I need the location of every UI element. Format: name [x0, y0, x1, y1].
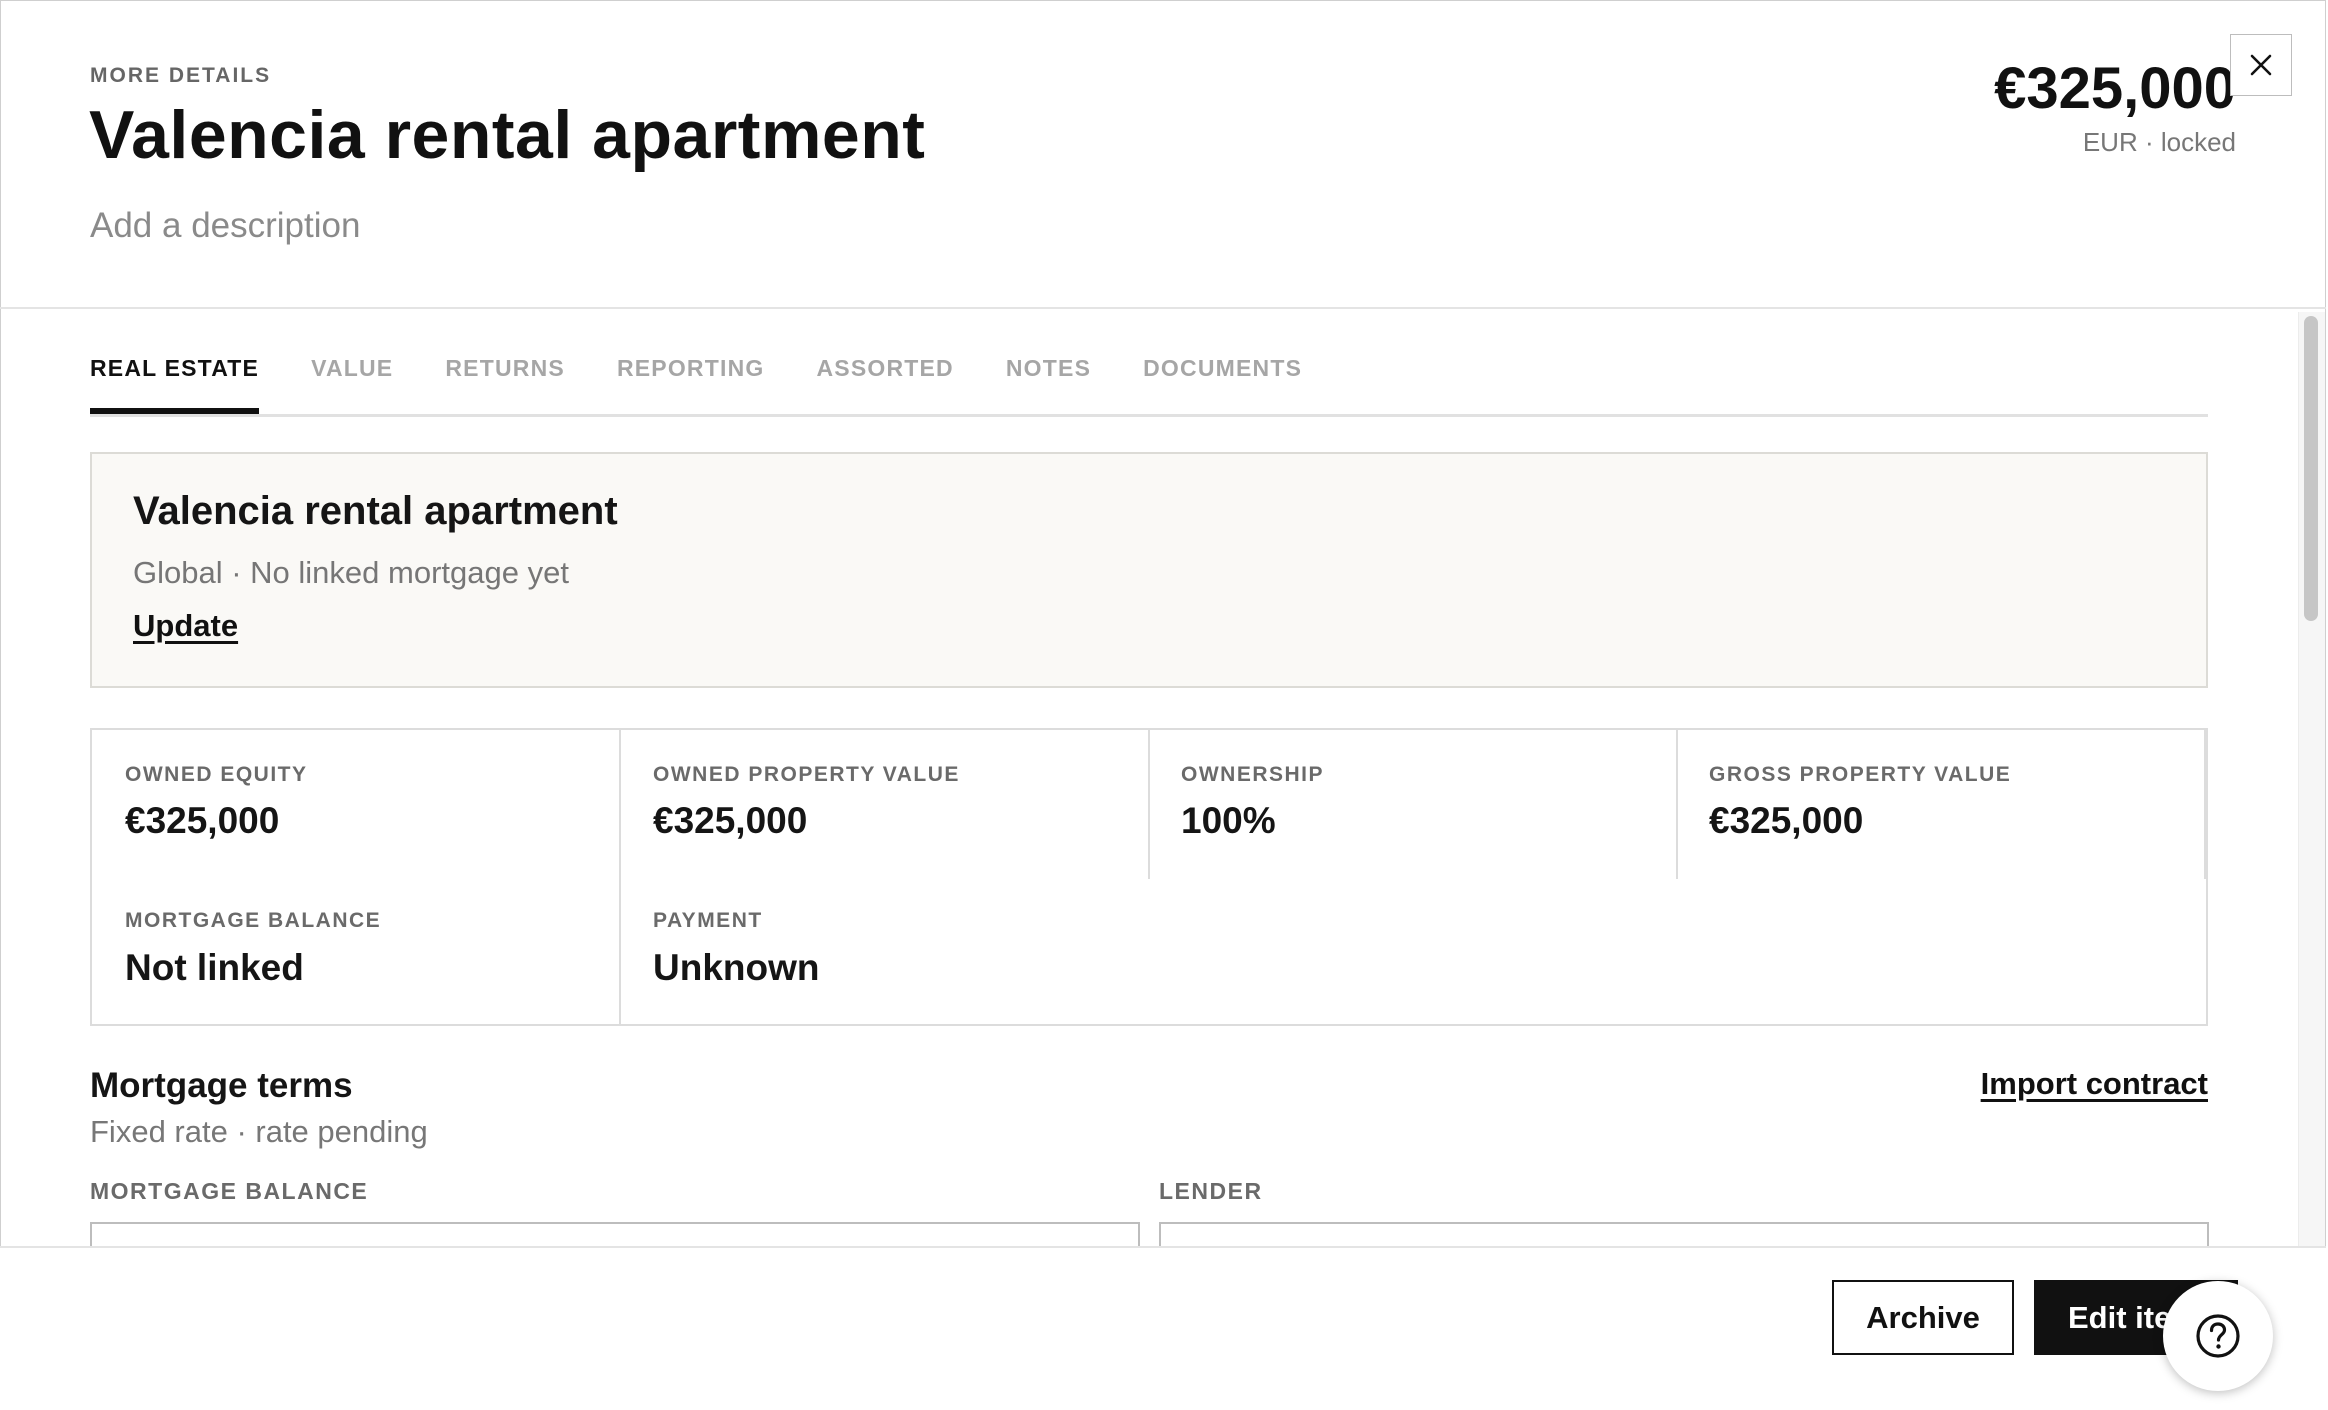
property-summary-card: Valencia rental apartment Global · No li… [90, 452, 2208, 688]
close-icon [2250, 54, 2272, 76]
summary-subtitle: Global · No linked mortgage yet [133, 555, 569, 590]
close-button[interactable] [2230, 34, 2292, 96]
mortgage-terms-title: Mortgage terms [90, 1066, 353, 1105]
metric-owned-property-value: OWNED PROPERTY VALUE €325,000 [620, 730, 1148, 878]
grid-divider [2204, 730, 2206, 879]
metric-label: GROSS PROPERTY VALUE [1709, 763, 2012, 786]
help-button[interactable] [2163, 1281, 2273, 1391]
metrics-grid: OWNED EQUITY €325,000 OWNED PROPERTY VAL… [90, 728, 2208, 1026]
metric-label: OWNED PROPERTY VALUE [653, 763, 960, 786]
tab-documents[interactable]: DOCUMENTS [1143, 352, 1302, 414]
tab-assorted[interactable]: ASSORTED [816, 352, 953, 414]
tab-bar: REAL ESTATE VALUE RETURNS REPORTING ASSO… [90, 352, 2208, 417]
currency-status: EUR · locked [2082, 127, 2236, 157]
metric-value: €325,000 [653, 800, 808, 841]
tab-real-estate[interactable]: REAL ESTATE [90, 352, 260, 414]
metric-mortgage-balance: MORTGAGE BALANCE Not linked [92, 878, 620, 1026]
metric-value: Unknown [653, 947, 820, 988]
grid-divider [619, 730, 621, 1026]
metric-gross-property-value: GROSS PROPERTY VALUE €325,000 [1676, 730, 2204, 878]
total-amount: €325,000 [1994, 56, 2236, 121]
scrollbar-thumb[interactable] [2304, 316, 2318, 621]
metric-label: PAYMENT [653, 909, 763, 932]
tab-returns[interactable]: RETURNS [445, 352, 565, 414]
tab-notes[interactable]: NOTES [1006, 352, 1091, 414]
update-link[interactable]: Update [133, 608, 238, 644]
header-divider [0, 307, 2326, 309]
description-field[interactable]: Add a description [90, 206, 360, 246]
grid-divider [1148, 730, 1150, 879]
metric-ownership: OWNERSHIP 100% [1148, 730, 1676, 878]
grid-divider [1676, 730, 1678, 879]
tab-reporting[interactable]: REPORTING [617, 352, 765, 414]
metric-value: €325,000 [125, 800, 280, 841]
metric-label: OWNERSHIP [1181, 763, 1325, 786]
metric-value: 100% [1181, 800, 1276, 841]
import-contract-link[interactable]: Import contract [1981, 1066, 2208, 1102]
eyebrow-label: MORE DETAILS [90, 64, 272, 87]
mortgage-terms-subtitle: Fixed rate · rate pending [90, 1114, 428, 1149]
metric-value: €325,000 [1709, 800, 1864, 841]
metric-owned-equity: OWNED EQUITY €325,000 [92, 730, 620, 878]
summary-title: Valencia rental apartment [133, 489, 618, 533]
metric-label: MORTGAGE BALANCE [125, 909, 382, 932]
archive-button[interactable]: Archive [1832, 1280, 2014, 1355]
item-title: Valencia rental apartment [89, 97, 926, 173]
mortgage-balance-label: MORTGAGE BALANCE [90, 1178, 369, 1204]
help-icon [2196, 1314, 2240, 1358]
metric-value: Not linked [125, 947, 304, 988]
tab-value[interactable]: VALUE [311, 352, 393, 414]
lender-label: LENDER [1159, 1178, 1263, 1204]
metric-label: OWNED EQUITY [125, 763, 308, 786]
metric-payment: PAYMENT Unknown [620, 878, 1148, 1026]
